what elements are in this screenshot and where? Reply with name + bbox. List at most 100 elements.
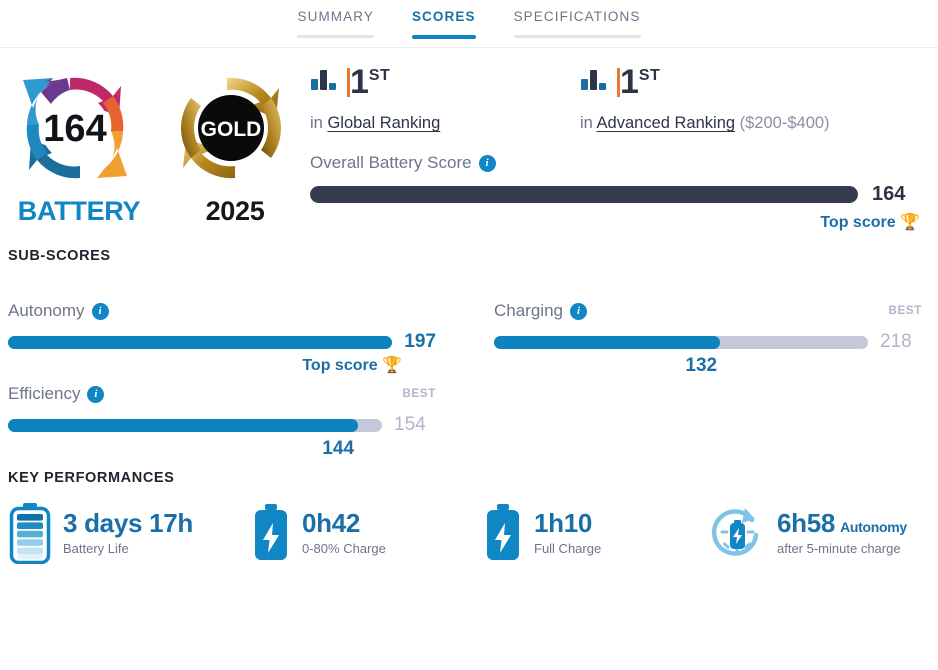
ranking-global-subtitle: in Global Ranking (310, 114, 580, 133)
bar-chart-icon (311, 70, 336, 90)
global-ranking-link[interactable]: Global Ranking (327, 114, 440, 132)
key-performance-full-charge-caption: Full Charge (534, 541, 602, 557)
subscore-autonomy-fill (8, 335, 393, 349)
subscore-charging-fill (494, 335, 721, 349)
key-performance-quick-charge-caption: after 5-minute charge (777, 541, 901, 557)
subscore-charging-label: Charging (494, 301, 563, 320)
overall-score-value: 164 (872, 183, 906, 205)
subscore-efficiency-underlabel: 144 (8, 436, 436, 462)
award-badge-value: GOLD (201, 118, 262, 141)
key-performance-quick-charge-value-row: 6h58 Autonomy (777, 507, 907, 538)
subscore-efficiency-best-caption: BEST (402, 388, 436, 400)
ranking-advanced-rank-number: 1 (617, 65, 639, 99)
subscores-row-1: Autonomy i 197 Top score 🏆 Charging i BE… (8, 298, 930, 379)
subscore-efficiency: Efficiency i BEST 154 144 (8, 381, 436, 462)
subscore-autonomy-bar-row: 197 (8, 331, 436, 353)
subscore-charging-value: 132 (685, 355, 718, 376)
key-performance-battery-life-value: 3 days 17h (63, 507, 193, 538)
subscore-efficiency-fill (8, 418, 358, 432)
ranking-global-top: 1 ST (310, 65, 580, 106)
ranking-advanced: 1 ST in Advanced Ranking ($200-$400) (580, 65, 830, 133)
badges-group: 164 BATTERY GOLD 2025 (0, 66, 310, 238)
subscore-autonomy-value: 197 (404, 331, 436, 352)
ranking-advanced-rank: 1 ST (617, 65, 661, 99)
key-performances-title: KEY PERFORMANCES (8, 470, 175, 486)
subscore-autonomy-underlabel: Top score 🏆 (8, 353, 436, 379)
rankings-group: 1 ST in Global Ranking 1 ST in Advanced … (310, 65, 928, 133)
subscore-efficiency-bar-row: 154 (8, 414, 436, 436)
subscore-charging-best-value: 218 (880, 331, 912, 352)
subscore-charging-head: Charging i BEST (494, 298, 922, 324)
gold-award-logo: GOLD (181, 77, 281, 179)
overall-score-fill (310, 186, 858, 203)
key-performance-full-charge: 1h10 Full Charge (483, 502, 708, 564)
score-badge-value: 164 (43, 108, 106, 150)
subscores-section: SUB-SCORES Autonomy i 197 Top score 🏆 Ch… (0, 248, 938, 462)
score-badge: 164 BATTERY (4, 66, 154, 238)
key-performance-battery-life-caption: Battery Life (63, 541, 129, 557)
trophy-icon: 🏆 (900, 214, 920, 231)
key-performance-quick-charge: 6h58 Autonomy after 5-minute charge (708, 502, 907, 564)
award-badge: GOLD 2025 (160, 66, 310, 238)
key-performance-quick-charge-texts: 6h58 Autonomy after 5-minute charge (777, 507, 907, 557)
subscore-charging-track (494, 335, 868, 349)
ranking-advanced-subtitle: in Advanced Ranking ($200-$400) (580, 114, 830, 133)
battery-bolt-icon (487, 504, 519, 560)
overall-top-score-badge: Top score 🏆 (310, 212, 920, 232)
subscore-autonomy: Autonomy i 197 Top score 🏆 (8, 298, 436, 379)
ranking-advanced-price-range: ($200-$400) (739, 114, 830, 132)
award-badge-label: 2025 (205, 196, 265, 226)
subscore-autonomy-label: Autonomy (8, 301, 85, 320)
tab-specifications[interactable]: SPECIFICATIONS (512, 5, 643, 38)
subscore-efficiency-head: Efficiency i BEST (8, 381, 436, 407)
rankings-and-overall: 1 ST in Global Ranking 1 ST in Advanced … (310, 65, 938, 238)
hero-section: 164 BATTERY GOLD 2025 1 ST in Global Ran… (0, 48, 938, 238)
tab-scores[interactable]: SCORES (410, 5, 478, 39)
subscore-autonomy-track (8, 335, 393, 349)
overall-score-track (310, 186, 858, 203)
subscore-charging-label-wrap: Charging i (494, 301, 587, 321)
tab-specifications-label: SPECIFICATIONS (513, 9, 641, 24)
trophy-icon: 🏆 (382, 357, 402, 374)
key-performance-80-charge-value: 0h42 (302, 507, 361, 538)
key-performance-80-charge-caption: 0-80% Charge (302, 541, 386, 557)
key-performance-80-charge: 0h42 0-80% Charge (251, 502, 483, 564)
key-performance-battery-life: 3 days 17h Battery Life (8, 502, 251, 564)
tab-scores-underline (411, 35, 476, 39)
subscores-title: SUB-SCORES (8, 248, 111, 264)
subscore-efficiency-label: Efficiency (8, 384, 81, 403)
ranking-global-prefix: in (310, 114, 323, 132)
subscore-empty-slot (494, 381, 922, 462)
subscore-efficiency-label-wrap: Efficiency i (8, 384, 105, 404)
key-performance-quick-charge-value: 6h58 (777, 507, 836, 538)
battery-bolt-icon (255, 504, 287, 560)
advanced-ranking-link[interactable]: Advanced Ranking (597, 114, 736, 132)
info-icon[interactable]: i (570, 302, 587, 320)
battery-level-icon (9, 503, 51, 564)
key-performances-section: KEY PERFORMANCES 3 days 17h Battery Life (0, 470, 938, 564)
ranking-advanced-rank-suffix: ST (638, 67, 661, 84)
tab-summary-label: SUMMARY (297, 9, 374, 24)
tab-summary-underline (297, 35, 374, 38)
subscore-autonomy-label-wrap: Autonomy i (8, 301, 109, 321)
subscore-autonomy-head: Autonomy i (8, 298, 436, 324)
key-performances-row: 3 days 17h Battery Life 0h42 0-80% Charg… (8, 502, 930, 564)
bar-chart-icon (581, 70, 606, 90)
tab-scores-label: SCORES (411, 9, 476, 24)
subscore-charging-best-caption: BEST (888, 305, 922, 317)
info-icon[interactable]: i (87, 385, 105, 403)
info-icon[interactable]: i (91, 302, 109, 320)
subscore-charging-bar-row: 218 (494, 331, 922, 353)
subscore-charging: Charging i BEST 218 132 (494, 298, 922, 379)
subscore-efficiency-value: 144 (322, 438, 355, 459)
info-icon[interactable]: i (478, 154, 496, 172)
ranking-advanced-prefix: in (580, 114, 593, 132)
overall-score-bar-row: 164 (310, 183, 928, 206)
key-performance-battery-life-texts: 3 days 17h Battery Life (63, 507, 193, 557)
subscore-charging-underlabel: 132 (494, 353, 922, 379)
ranking-global-rank-number: 1 (347, 65, 369, 99)
key-performance-full-charge-value: 1h10 (534, 507, 593, 538)
tab-summary[interactable]: SUMMARY (295, 5, 375, 38)
key-performance-quick-charge-suffix: Autonomy (840, 518, 907, 535)
key-performance-full-charge-texts: 1h10 Full Charge (534, 507, 602, 557)
